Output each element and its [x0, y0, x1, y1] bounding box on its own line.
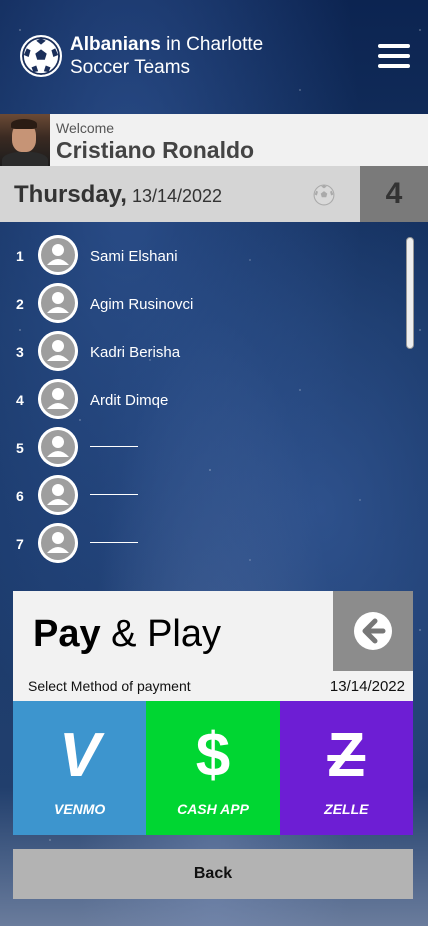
user-placeholder-icon: [38, 427, 78, 467]
player-name: Agim Rusinovci: [90, 296, 194, 313]
back-button[interactable]: Back: [13, 849, 413, 899]
user-avatar[interactable]: [0, 114, 50, 166]
app-title: Albanians in Charlotte Soccer Teams: [70, 33, 330, 79]
date-bar: Thursday, 13/14/2022 4: [0, 166, 428, 222]
player-row[interactable]: 7: [0, 521, 400, 565]
cash-app-button[interactable]: $ CASH APP: [146, 701, 280, 835]
player-name: Sami Elshani: [90, 248, 178, 265]
player-number: 1: [16, 248, 24, 264]
app-header: Albanians in Charlotte Soccer Teams: [0, 0, 428, 114]
pay-panel: Pay & Play Select Method of payment 13/1…: [13, 591, 413, 835]
zelle-label: ZELLE: [324, 801, 369, 817]
pay-subtitle: Select Method of payment: [28, 678, 191, 694]
player-row[interactable]: 2 Agim Rusinovci: [0, 281, 400, 325]
app-title-bold: Albanians: [70, 34, 161, 55]
back-arrow-button[interactable]: [333, 591, 413, 671]
game-date: Thursday, 13/14/2022: [14, 181, 222, 209]
player-number: 5: [16, 440, 24, 456]
player-number: 3: [16, 344, 24, 360]
pay-methods: V VENMO $ CASH APP Z ZELLE: [13, 701, 413, 835]
soccer-ball-icon: [20, 35, 62, 77]
player-name: Kadri Berisha: [90, 344, 181, 361]
pay-title-bold: Pay: [33, 613, 101, 655]
player-row[interactable]: 1 Sami Elshani: [0, 233, 400, 277]
game-day: Thursday,: [14, 181, 127, 208]
user-placeholder-icon: [38, 331, 78, 371]
venmo-icon: V: [58, 721, 101, 790]
user-placeholder-icon: [38, 523, 78, 563]
player-number: 6: [16, 488, 24, 504]
user-placeholder-icon: [38, 283, 78, 323]
empty-slot-line: [90, 542, 138, 543]
soccer-ball-small-icon: [313, 184, 335, 206]
pay-header: Pay & Play Select Method of payment 13/1…: [13, 591, 413, 701]
arrow-left-icon: [354, 612, 392, 650]
app-title-line2: Soccer Teams: [70, 57, 191, 78]
pay-date: 13/14/2022: [329, 678, 405, 695]
zelle-icon: Z: [327, 721, 366, 790]
user-placeholder-icon: [38, 475, 78, 515]
player-count-badge: 4: [360, 166, 428, 222]
cash-app-label: CASH APP: [177, 801, 249, 817]
player-number: 7: [16, 536, 24, 552]
pay-title-rest: & Play: [100, 613, 222, 655]
pay-title: Pay & Play: [33, 613, 221, 656]
app-title-rest: in Charlotte: [160, 34, 264, 55]
cash-app-icon: $: [195, 721, 231, 790]
player-number: 4: [16, 392, 24, 408]
player-row[interactable]: 5: [0, 425, 400, 469]
list-scrollbar[interactable]: [406, 237, 414, 349]
player-row[interactable]: 6: [0, 473, 400, 517]
venmo-label: VENMO: [53, 801, 106, 817]
hamburger-menu-icon[interactable]: [378, 44, 410, 70]
empty-slot-line: [90, 446, 138, 447]
player-number: 2: [16, 296, 24, 312]
player-name: Ardit Dimqe: [90, 392, 169, 409]
empty-slot-line: [90, 494, 138, 495]
user-name: Cristiano Ronaldo: [56, 137, 255, 163]
zelle-button[interactable]: Z ZELLE: [279, 701, 413, 835]
venmo-button[interactable]: V VENMO: [13, 701, 147, 835]
user-placeholder-icon: [38, 235, 78, 275]
player-row[interactable]: 4 Ardit Dimqe: [0, 377, 400, 421]
welcome-label: Welcome: [56, 120, 115, 136]
game-date-value: 13/14/2022: [131, 186, 223, 206]
user-placeholder-icon: [38, 379, 78, 419]
welcome-bar: Welcome Cristiano Ronaldo: [0, 114, 428, 166]
player-row[interactable]: 3 Kadri Berisha: [0, 329, 400, 373]
